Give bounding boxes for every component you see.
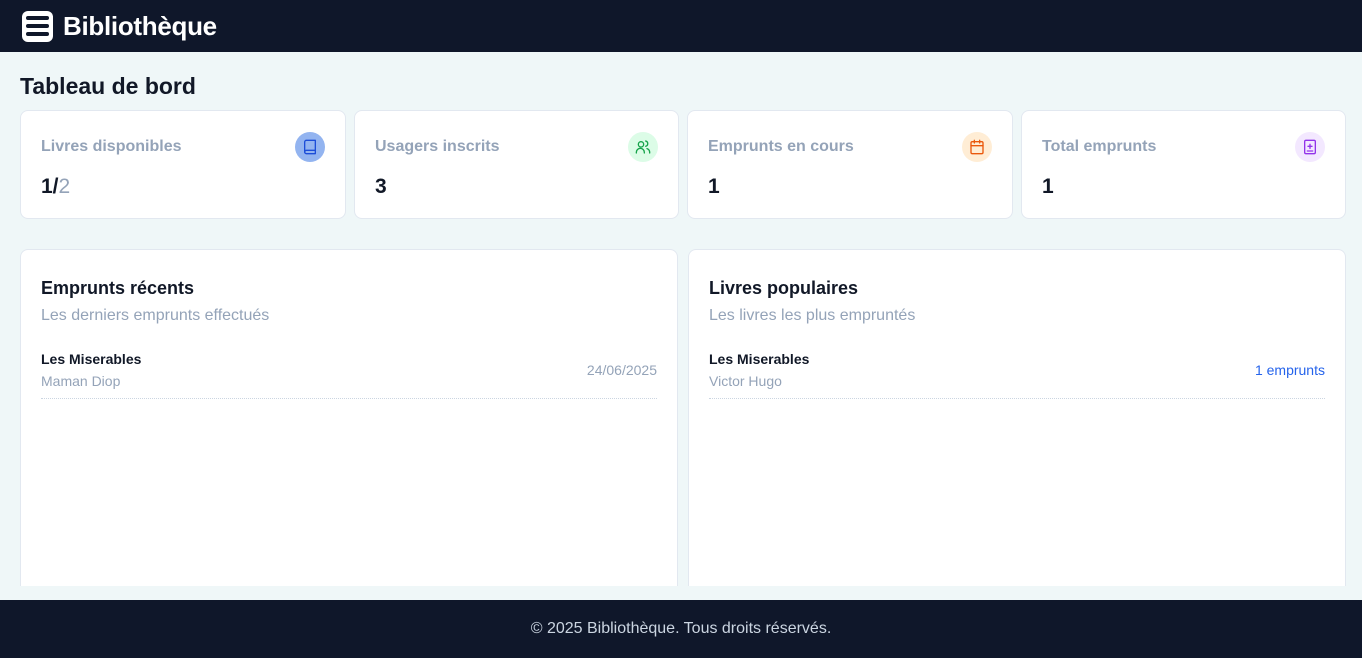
panel-subtitle: Les livres les plus empruntés bbox=[709, 307, 916, 324]
loan-book-title: Les Miserables bbox=[41, 351, 142, 367]
list-item: Les Miserables Victor Hugo 1 emprunts bbox=[709, 349, 1325, 399]
stat-value: 3 bbox=[375, 175, 387, 198]
menu-lines-icon[interactable] bbox=[22, 10, 53, 42]
stat-card-registered-users: Usagers inscrits 3 bbox=[354, 110, 679, 219]
top-navbar: Bibliothèque bbox=[0, 0, 1362, 52]
stat-card-available-books: Livres disponibles 1/2 bbox=[20, 110, 346, 219]
panel-subtitle: Les derniers emprunts effectués bbox=[41, 307, 270, 324]
stat-card-total-loans: Total emprunts 1 bbox=[1021, 110, 1346, 219]
footer-copyright: © 2025 Bibliothèque. Tous droits réservé… bbox=[530, 620, 832, 637]
book-icon bbox=[295, 132, 325, 162]
popular-books-panel: Livres populaires Les livres les plus em… bbox=[688, 249, 1346, 594]
page-title: Tableau de bord bbox=[20, 73, 196, 99]
popular-book-author: Victor Hugo bbox=[709, 373, 782, 389]
loan-user-name: Maman Diop bbox=[41, 373, 121, 389]
panel-title: Livres populaires bbox=[709, 278, 859, 298]
popular-book-title: Les Miserables bbox=[709, 351, 810, 367]
content-bottom-band bbox=[0, 586, 1362, 600]
users-icon bbox=[628, 132, 658, 162]
stat-label: Usagers inscrits bbox=[375, 138, 500, 155]
stat-card-active-loans: Emprunts en cours 1 bbox=[687, 110, 1013, 219]
stat-label: Livres disponibles bbox=[41, 138, 182, 155]
list-item: Les Miserables Maman Diop 24/06/2025 bbox=[41, 349, 657, 399]
stat-label: Total emprunts bbox=[1042, 138, 1157, 155]
calendar-icon bbox=[962, 132, 992, 162]
stat-label: Emprunts en cours bbox=[708, 138, 854, 155]
stat-value: 1 bbox=[1042, 175, 1054, 198]
panel-title: Emprunts récents bbox=[41, 278, 195, 298]
recent-loans-panel: Emprunts récents Les derniers emprunts e… bbox=[20, 249, 678, 594]
stat-value: 1/2 bbox=[41, 175, 71, 198]
loan-date: 24/06/2025 bbox=[586, 362, 657, 378]
loan-count-link[interactable]: 1 emprunts bbox=[1255, 362, 1325, 378]
book-plus-icon bbox=[1295, 132, 1325, 162]
app-title[interactable]: Bibliothèque bbox=[63, 11, 217, 42]
page-footer: © 2025 Bibliothèque. Tous droits réservé… bbox=[0, 600, 1362, 658]
stat-value: 1 bbox=[708, 175, 720, 198]
